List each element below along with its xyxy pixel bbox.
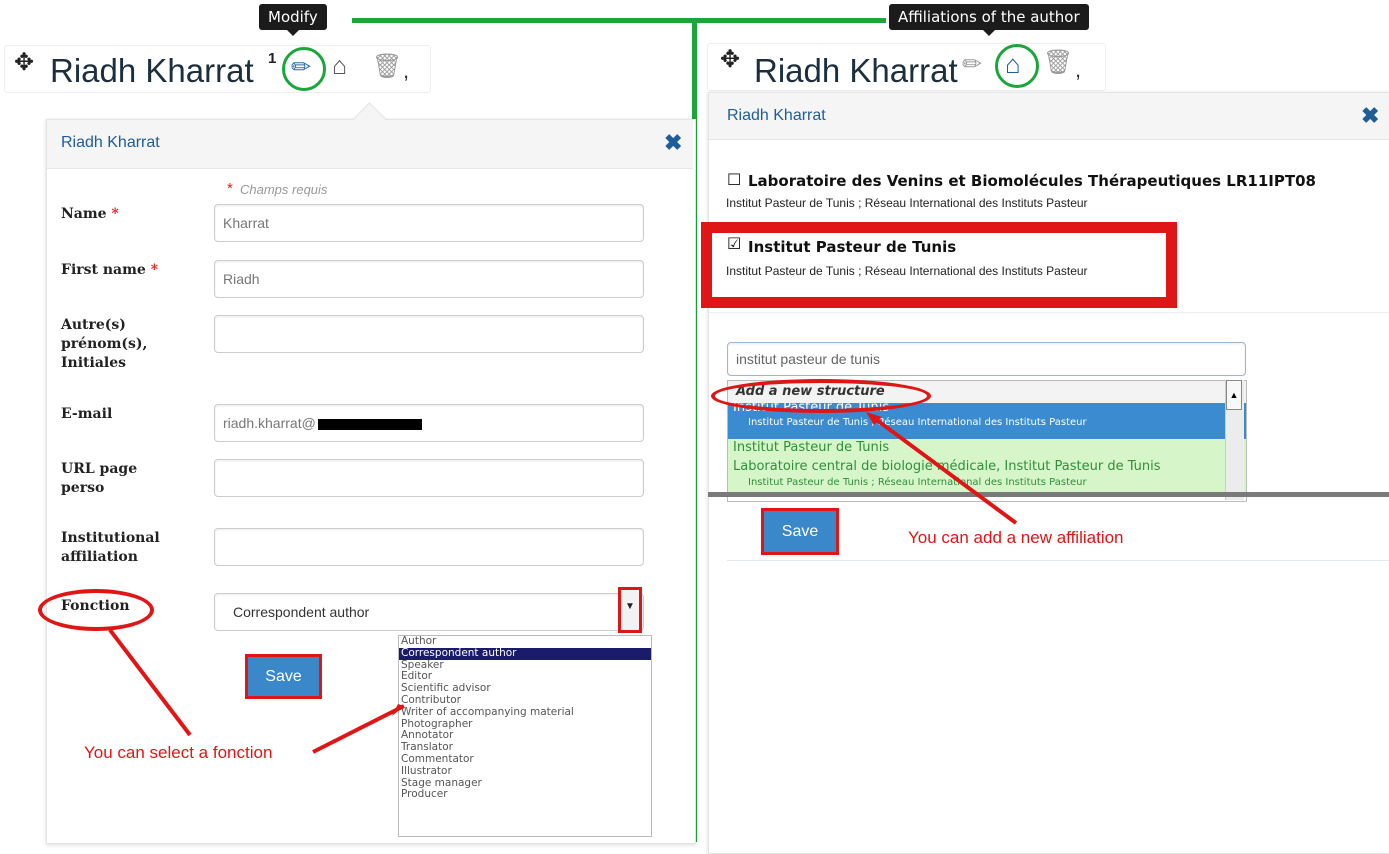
first-name-label: First name * xyxy=(61,262,159,278)
chevron-down-icon[interactable]: ▼ xyxy=(625,601,635,612)
fonction-select[interactable]: Correspondent author xyxy=(214,593,644,631)
fonction-option[interactable]: Illustrator xyxy=(399,765,651,778)
other-names-label: Autre(s) prénom(s), Initiales xyxy=(61,317,148,371)
url-label: URL page perso xyxy=(61,461,138,496)
annotation-select-fonction: You can select a fonction xyxy=(84,743,273,762)
author-comma: , xyxy=(403,58,410,83)
dropdown-item-3-sub: Institut Pasteur de Tunis ; Réseau Inter… xyxy=(748,477,1087,488)
scroll-up-arrow[interactable]: ▲ xyxy=(1226,380,1242,410)
fonction-option[interactable]: Commentator xyxy=(399,753,651,766)
close-icon[interactable]: ✖ xyxy=(664,130,682,156)
affiliation-sub-1: Institut Pasteur de Tunis ; Réseau Inter… xyxy=(726,196,1088,210)
fonction-selected-value: Correspondent author xyxy=(233,604,370,620)
required-note: Champs requis xyxy=(240,182,328,197)
fonction-option[interactable]: Producer xyxy=(399,789,651,801)
home-icon-right[interactable]: ⌂ xyxy=(1005,49,1021,80)
dropdown-item-3[interactable]: Laboratoire central de biologie médicale… xyxy=(728,457,1246,497)
fonction-option[interactable]: Speaker xyxy=(399,659,651,672)
dropdown-bottom-bar xyxy=(708,492,1389,497)
required-star: * xyxy=(227,180,233,197)
pencil-icon[interactable]: ✏ xyxy=(291,53,311,82)
affiliation-title-1: Laboratoire des Venins et Biomolécules T… xyxy=(748,172,1316,190)
email-input[interactable]: riadh.kharrat@ xyxy=(214,404,644,442)
annotation-add-affiliation: You can add a new affiliation xyxy=(908,528,1124,547)
affiliation-checkbox-1[interactable]: ☐ xyxy=(727,170,741,189)
email-redaction xyxy=(317,418,422,430)
affiliation-label: Institutional affiliation xyxy=(61,530,160,565)
fonction-options-list[interactable]: Author Correspondent author Speaker Editor S… xyxy=(398,635,652,837)
home-icon[interactable]: ⌂ xyxy=(332,52,347,81)
first-name-input[interactable]: Riadh xyxy=(214,260,644,298)
trash-icon[interactable]: 🗑 xyxy=(372,52,402,81)
annotation-ellipse-fonction xyxy=(38,589,154,631)
trash-icon-right[interactable]: 🗑 xyxy=(1043,48,1073,77)
email-label: E-mail xyxy=(61,406,113,422)
annotation-ellipse-new-structure xyxy=(711,379,931,413)
fonction-option[interactable]: Contributor xyxy=(399,694,651,707)
author-superscript: 1 xyxy=(268,50,277,67)
close-icon-right[interactable]: ✖ xyxy=(1361,103,1379,129)
move-icon[interactable]: ✥ xyxy=(14,48,34,77)
author-name: Riadh Kharrat xyxy=(50,52,254,89)
affiliation-title-2: Institut Pasteur de Tunis xyxy=(748,238,957,256)
author-name-right: Riadh Kharrat xyxy=(754,52,958,89)
affiliation-checkbox-2[interactable]: ☑ xyxy=(727,234,741,253)
modify-tooltip-text: Modify xyxy=(268,8,318,26)
other-names-input[interactable] xyxy=(214,315,644,353)
modify-tooltip: Modify xyxy=(259,4,327,36)
author-comma-right: , xyxy=(1075,57,1082,82)
dropdown-item-3-title: Laboratoire central de biologie médicale… xyxy=(733,459,1161,474)
name-input[interactable]: Kharrat xyxy=(214,204,644,242)
structure-search-input[interactable]: institut pasteur de tunis xyxy=(727,342,1246,376)
affiliations-tooltip: Affiliations of the author xyxy=(889,4,1089,36)
dropdown-item-2-title: Institut Pasteur de Tunis xyxy=(733,440,890,455)
save-button-right[interactable]: Save xyxy=(761,508,839,555)
name-label: Name * xyxy=(61,206,119,222)
affiliation-input[interactable] xyxy=(214,528,644,566)
panel-title: Riadh Kharrat xyxy=(61,134,160,151)
email-value: riadh.kharrat@ xyxy=(223,415,316,431)
dropdown-item-1-sub: Institut Pasteur de Tunis ; Réseau Inter… xyxy=(748,417,1087,428)
url-input[interactable] xyxy=(214,459,644,497)
affiliation-sub-2: Institut Pasteur de Tunis ; Réseau Inter… xyxy=(726,264,1088,278)
separator-bottom xyxy=(727,560,1389,561)
save-button-left[interactable]: Save xyxy=(245,654,322,699)
connector-line-horizontal xyxy=(352,18,886,23)
pencil-icon-right[interactable]: ✏ xyxy=(962,50,982,79)
move-icon-right[interactable]: ✥ xyxy=(720,45,740,74)
dropdown-item-2[interactable]: Institut Pasteur de Tunis xyxy=(728,439,1246,457)
affiliations-panel-title: Riadh Kharrat xyxy=(727,107,826,124)
fonction-option[interactable]: Writer of accompanying material xyxy=(399,706,651,719)
affiliations-tooltip-text: Affiliations of the author xyxy=(898,8,1080,26)
fonction-option[interactable]: Correspondent author xyxy=(399,647,651,660)
separator xyxy=(709,312,1389,313)
